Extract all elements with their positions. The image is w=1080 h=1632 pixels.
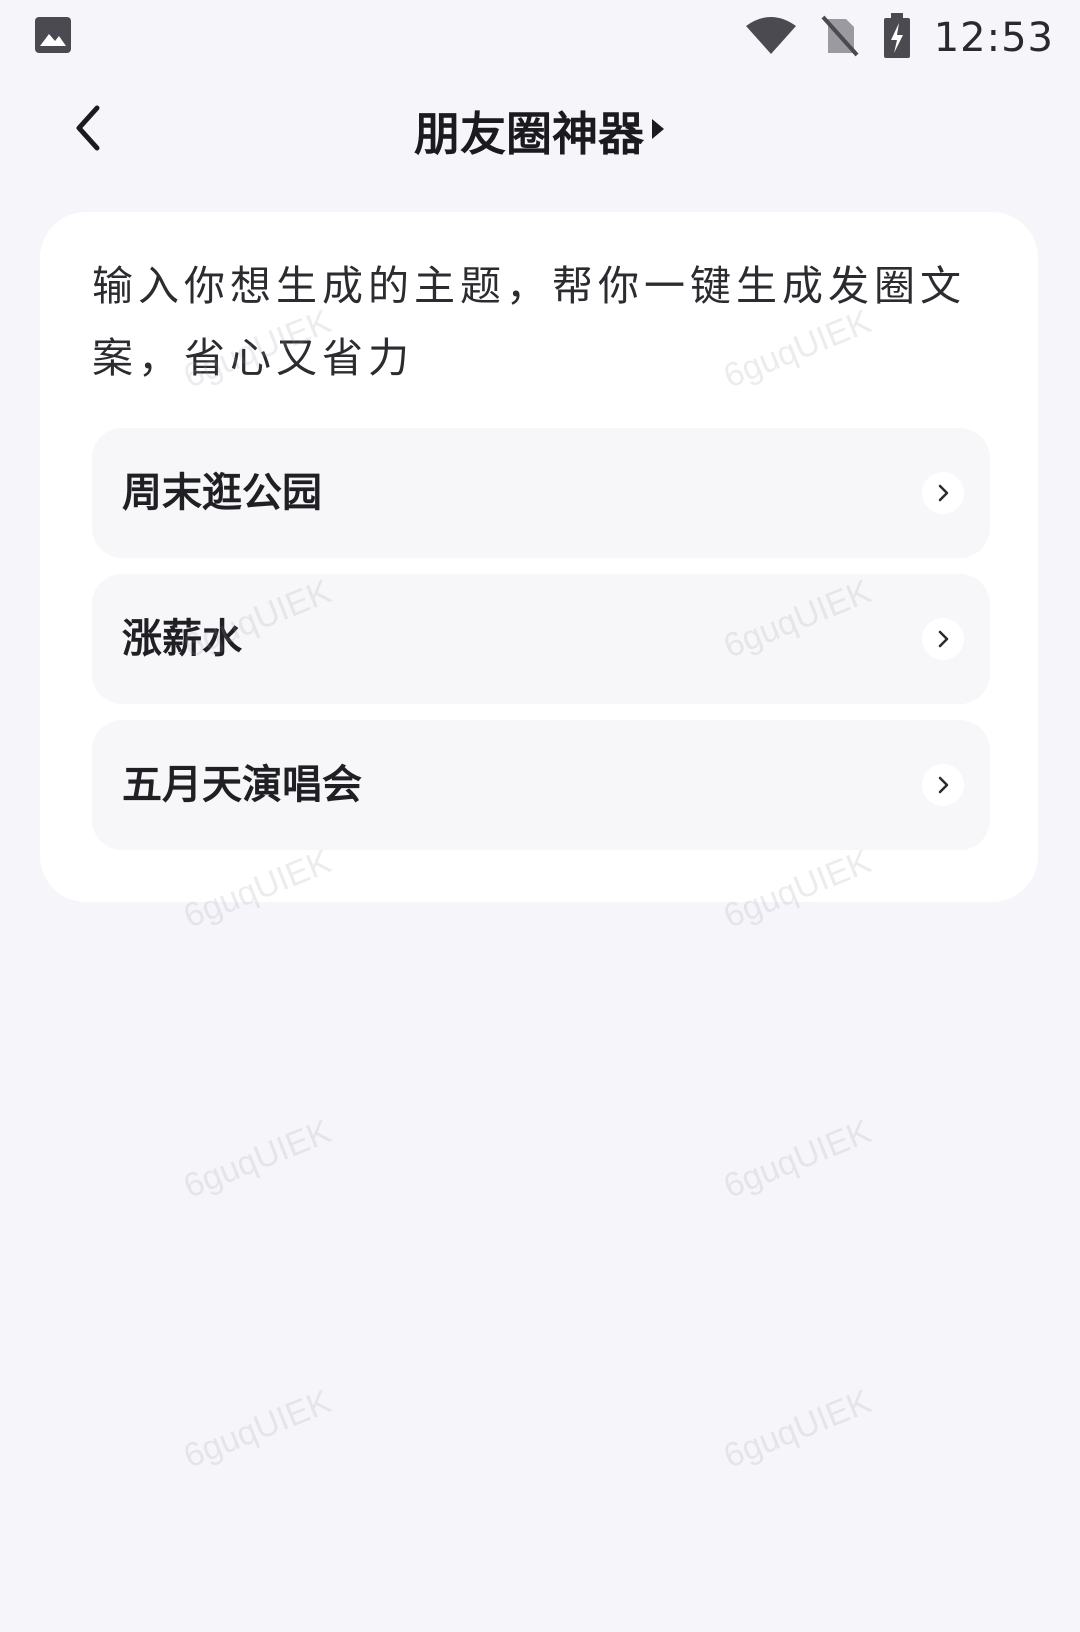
- topic-item[interactable]: 涨薪水: [92, 574, 990, 704]
- nav-title-wrap[interactable]: 朋友圈神器: [0, 98, 1080, 164]
- status-time: 12:53: [933, 15, 1054, 61]
- watermark: 6guqUIEK: [178, 1382, 337, 1476]
- topic-label: 五月天演唱会: [122, 762, 362, 808]
- nav-bar: 朋友圈神器: [0, 80, 1080, 180]
- battery-charging-icon: [882, 13, 912, 63]
- wifi-icon: [744, 16, 798, 60]
- watermark: 6guqUIEK: [718, 1382, 877, 1476]
- chevron-right-icon: [922, 472, 964, 514]
- status-left: [34, 16, 72, 58]
- chevron-right-icon: [922, 618, 964, 660]
- play-triangle-icon: [650, 116, 666, 146]
- status-right: 12:53: [744, 10, 1054, 66]
- topic-item[interactable]: 周末逛公园: [92, 428, 990, 558]
- gallery-icon: [34, 17, 72, 58]
- chevron-right-icon: [922, 764, 964, 806]
- topic-label: 周末逛公园: [122, 470, 322, 516]
- topic-card: 输入你想生成的主题，帮你一键生成发圈文案，省心又省力 周末逛公园 涨薪水 五月天…: [40, 212, 1038, 902]
- topic-label: 涨薪水: [122, 616, 242, 662]
- page-title: 朋友圈神器: [414, 107, 644, 161]
- topic-item[interactable]: 五月天演唱会: [92, 720, 990, 850]
- watermark: 6guqUIEK: [718, 1112, 877, 1206]
- topic-list: 周末逛公园 涨薪水 五月天演唱会: [92, 428, 990, 866]
- no-sim-icon: [820, 15, 860, 61]
- watermark: 6guqUIEK: [178, 1112, 337, 1206]
- card-description: 输入你想生成的主题，帮你一键生成发圈文案，省心又省力: [92, 262, 966, 382]
- status-bar: 12:53: [0, 0, 1080, 76]
